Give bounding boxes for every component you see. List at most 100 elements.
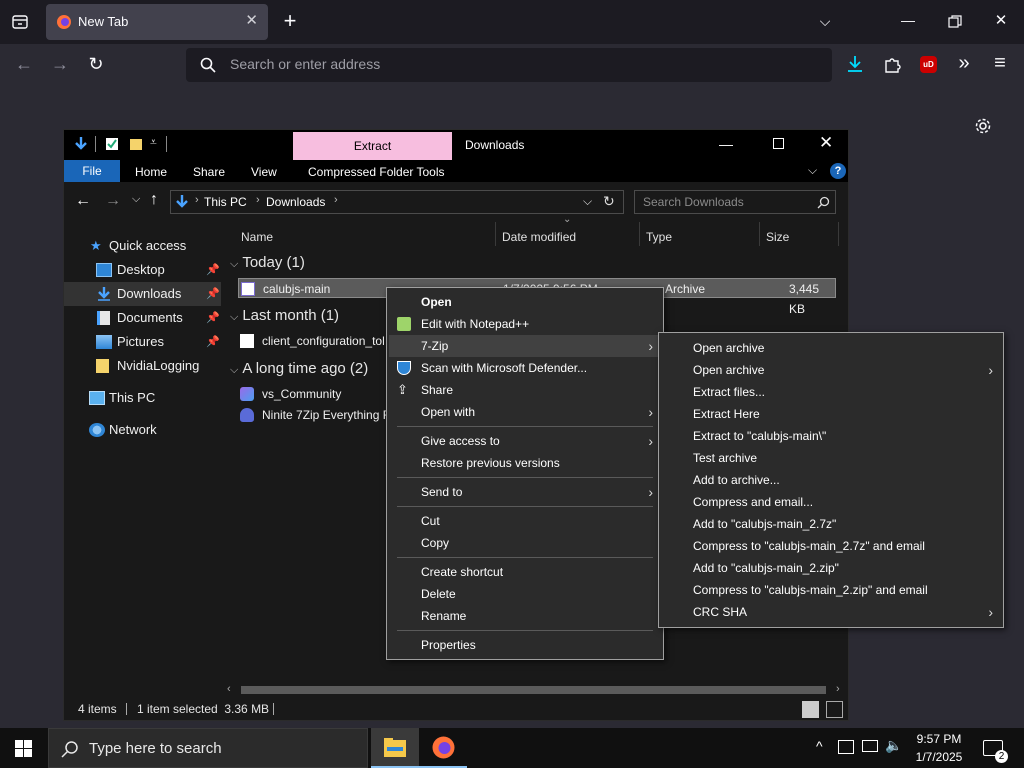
forward-arrow-icon[interactable]: → <box>105 192 121 210</box>
breadcrumb-this-pc[interactable]: This PC <box>204 195 247 209</box>
restore-icon[interactable] <box>948 15 962 29</box>
refresh-icon[interactable]: ↻ <box>603 193 615 210</box>
ublock-origin-icon[interactable]: uD <box>920 56 937 73</box>
menu-item-edit-with-notepad[interactable]: Edit with Notepad++ <box>389 313 661 335</box>
new-tab-button[interactable]: + <box>278 10 302 32</box>
downloads-icon[interactable] <box>846 55 864 73</box>
maximize-icon[interactable] <box>773 138 784 149</box>
tab-view[interactable]: View <box>251 165 277 179</box>
close-icon[interactable]: ✕ <box>819 133 833 153</box>
menu-item-send-to[interactable]: Send to › <box>389 481 661 503</box>
column-header-type[interactable]: Type <box>646 230 672 244</box>
more-tools-chevron-icon[interactable]: » <box>952 53 976 73</box>
menu-item-extract-files[interactable]: Extract files... <box>661 381 1001 403</box>
tab-home[interactable]: Home <box>135 165 167 179</box>
menu-item-share[interactable]: ⇪ Share <box>389 379 661 401</box>
tab-share[interactable]: Share <box>193 165 225 179</box>
menu-item-open-archive-submenu[interactable]: Open archive › <box>661 359 1001 381</box>
menu-item-scan-defender[interactable]: Scan with Microsoft Defender... <box>389 357 661 379</box>
menu-item-open[interactable]: Open <box>389 291 661 313</box>
nav-nvidialogging[interactable]: NvidiaLogging <box>64 354 221 378</box>
menu-item-compress-zip-email[interactable]: Compress to "calubjs-main_2.zip" and ema… <box>661 579 1001 601</box>
back-arrow-icon[interactable]: ← <box>75 192 91 210</box>
menu-item-compress-and-email[interactable]: Compress and email... <box>661 491 1001 513</box>
show-hidden-icons-chevron-icon[interactable]: ^ <box>816 738 823 754</box>
details-view-icon[interactable] <box>802 701 819 718</box>
network-icon[interactable] <box>862 740 878 752</box>
close-tab-icon[interactable]: ✕ <box>245 11 258 29</box>
hamburger-menu-icon[interactable]: ≡ <box>988 53 1012 73</box>
large-icons-view-icon[interactable] <box>826 701 843 718</box>
menu-item-open-with[interactable]: Open with › <box>389 401 661 423</box>
menu-item-restore-versions[interactable]: Restore previous versions <box>389 452 661 474</box>
windows-start-icon[interactable] <box>15 740 32 757</box>
list-all-tabs-chevron-icon[interactable]: ⌵ <box>813 11 837 31</box>
group-header-long-ago[interactable]: ⌵ A long time ago (2) <box>230 360 368 377</box>
menu-item-properties[interactable]: Properties <box>389 634 661 656</box>
nav-this-pc[interactable]: This PC <box>64 386 221 410</box>
reload-icon[interactable]: ↻ <box>84 54 108 74</box>
nav-downloads[interactable]: Downloads 📌 <box>64 282 221 306</box>
search-input[interactable] <box>643 195 813 209</box>
taskbar-firefox[interactable] <box>419 728 467 768</box>
column-header-date-modified[interactable]: Date modified <box>502 230 576 244</box>
menu-item-add-to-archive[interactable]: Add to archive... <box>661 469 1001 491</box>
address-history-chevron-icon[interactable]: ⌵ <box>583 194 592 209</box>
column-header-size[interactable]: Size <box>766 230 789 244</box>
forward-arrow-icon[interactable]: → <box>48 54 72 74</box>
tab-file[interactable]: File <box>64 160 120 182</box>
tab-compressed-folder-tools[interactable]: Compressed Folder Tools <box>308 165 445 179</box>
back-arrow-icon[interactable]: ← <box>12 54 36 74</box>
menu-item-cut[interactable]: Cut <box>389 510 661 532</box>
clock-date[interactable]: 1/7/2025 <box>911 750 967 764</box>
customize-qat-chevron-icon[interactable]: ⩡ <box>150 135 157 150</box>
group-header-last-month[interactable]: ⌵ Last month (1) <box>230 307 339 324</box>
nav-documents[interactable]: Documents 📌 <box>64 306 221 330</box>
nav-desktop[interactable]: Desktop 📌 <box>64 258 221 282</box>
clock-time[interactable]: 9:57 PM <box>911 732 967 746</box>
extensions-puzzle-icon[interactable] <box>883 55 901 73</box>
gear-icon[interactable] <box>974 117 992 135</box>
url-input[interactable] <box>230 56 790 72</box>
menu-item-extract-to-folder[interactable]: Extract to "calubjs-main\" <box>661 425 1001 447</box>
nav-quick-access[interactable]: ★ Quick access <box>64 234 221 258</box>
minimize-icon[interactable]: — <box>896 10 920 30</box>
menu-item-compress-7z-email[interactable]: Compress to "calubjs-main_2.7z" and emai… <box>661 535 1001 557</box>
minimize-icon[interactable]: — <box>719 136 733 152</box>
new-folder-icon[interactable] <box>129 137 143 151</box>
horizontal-scrollbar[interactable]: ‹ › <box>221 682 848 698</box>
menu-item-add-to-zip[interactable]: Add to "calubjs-main_2.zip" <box>661 557 1001 579</box>
up-arrow-icon[interactable]: ↑ <box>150 191 158 209</box>
nav-network[interactable]: Network <box>64 418 221 442</box>
address-bar[interactable] <box>186 48 832 82</box>
scrollbar-thumb[interactable] <box>241 686 826 694</box>
column-header-name[interactable]: Name <box>241 230 273 244</box>
address-bar[interactable]: › This PC › Downloads › ⌵ ↻ <box>170 190 624 214</box>
group-header-today[interactable]: ⌵ Today (1) <box>230 254 305 271</box>
menu-item-crc-sha[interactable]: CRC SHA › <box>661 601 1001 623</box>
recent-locations-chevron-icon[interactable]: ⌵ <box>132 193 140 206</box>
menu-item-delete[interactable]: Delete <box>389 583 661 605</box>
volume-muted-icon[interactable]: 🔈 <box>885 737 902 754</box>
ribbon-context-tab-extract[interactable]: Extract <box>293 132 452 160</box>
scroll-right-icon[interactable]: › <box>836 683 840 695</box>
properties-icon[interactable] <box>105 137 119 151</box>
menu-item-test-archive[interactable]: Test archive <box>661 447 1001 469</box>
help-icon[interactable]: ? <box>830 163 846 179</box>
menu-item-rename[interactable]: Rename <box>389 605 661 627</box>
menu-item-create-shortcut[interactable]: Create shortcut <box>389 561 661 583</box>
nav-pictures[interactable]: Pictures 📌 <box>64 330 221 354</box>
scroll-left-icon[interactable]: ‹ <box>227 683 231 695</box>
close-window-icon[interactable]: ✕ <box>989 11 1013 31</box>
taskbar-file-explorer[interactable] <box>371 728 419 768</box>
search-box[interactable] <box>634 190 836 214</box>
action-center-security-icon[interactable] <box>838 740 854 754</box>
menu-item-give-access[interactable]: Give access to › <box>389 430 661 452</box>
menu-item-extract-here[interactable]: Extract Here <box>661 403 1001 425</box>
firefox-view-icon[interactable] <box>12 14 28 30</box>
expand-ribbon-chevron-icon[interactable]: ⌵ <box>808 163 817 178</box>
browser-tab[interactable]: New Tab ✕ <box>46 4 268 40</box>
menu-item-add-to-7z[interactable]: Add to "calubjs-main_2.7z" <box>661 513 1001 535</box>
menu-item-7zip[interactable]: 7-Zip › <box>389 335 661 357</box>
taskbar-search-box[interactable]: Type here to search <box>48 728 368 768</box>
